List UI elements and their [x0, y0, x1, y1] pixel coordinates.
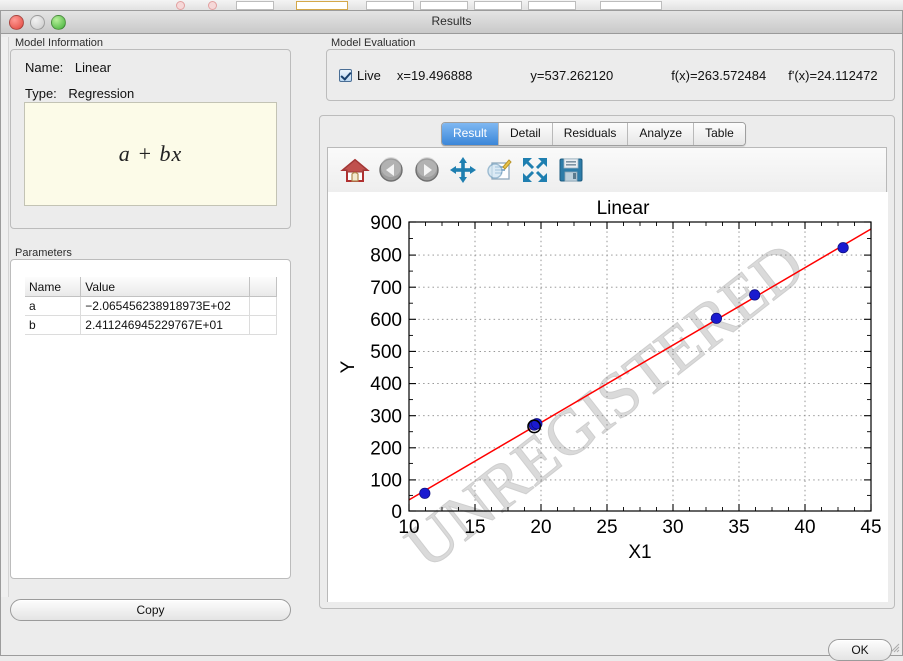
model-name-value: Linear: [75, 60, 111, 75]
model-information-label: Model Information: [15, 37, 103, 49]
tab-table[interactable]: Table: [694, 123, 745, 145]
eval-fx-value: f(x)=263.572484: [671, 68, 766, 83]
model-name-row: Name: Linear: [25, 60, 111, 75]
eval-fprime-value: f'(x)=24.112472: [788, 68, 877, 83]
background-chip: [236, 1, 274, 10]
window-title: Results: [1, 14, 902, 28]
data-point: [750, 290, 760, 300]
background-chip: [420, 1, 468, 10]
x-axis-label: X1: [628, 542, 651, 563]
ok-button[interactable]: OK: [828, 639, 892, 661]
svg-text:600: 600: [370, 310, 402, 331]
zoom-edit-icon[interactable]: [483, 154, 515, 186]
copy-button[interactable]: Copy: [10, 599, 291, 621]
svg-text:40: 40: [794, 517, 815, 538]
svg-text:800: 800: [370, 246, 402, 267]
data-point: [838, 243, 848, 253]
svg-text:25: 25: [596, 517, 617, 538]
live-label: Live: [357, 68, 381, 83]
svg-text:300: 300: [370, 406, 402, 427]
param-name: a: [25, 297, 81, 316]
svg-text:10: 10: [398, 517, 419, 538]
y-axis-label: Y: [338, 360, 359, 373]
param-value: 2.411246945229767E+01: [81, 316, 250, 335]
param-spacer: [250, 297, 277, 316]
svg-text:200: 200: [370, 438, 402, 459]
back-arrow-icon[interactable]: [375, 154, 407, 186]
svg-text:15: 15: [464, 517, 485, 538]
model-formula-text: a + bx: [119, 141, 183, 167]
parameters-table[interactable]: Name Value a −2.065456238918973E+02 b 2.…: [25, 277, 277, 335]
model-formula-box: a + bx: [24, 102, 277, 206]
screen: Results Model Information Name: Linear T…: [0, 0, 903, 656]
model-information-group: Name: Linear Type: Regression a + bx: [10, 49, 291, 229]
data-point: [711, 313, 721, 323]
column-header-spacer[interactable]: [250, 277, 277, 297]
background-chip: [366, 1, 414, 10]
column-header-value[interactable]: Value: [81, 277, 250, 297]
left-scroll-gutter[interactable]: [1, 37, 9, 597]
svg-text:100: 100: [370, 471, 402, 492]
svg-text:30: 30: [662, 517, 683, 538]
evaluation-row: Live x=19.496888 y=537.262120 f(x)=263.5…: [339, 65, 884, 85]
model-evaluation-label: Model Evaluation: [331, 37, 415, 49]
home-icon[interactable]: [339, 154, 371, 186]
param-spacer: [250, 316, 277, 335]
param-value: −2.065456238918973E+02: [81, 297, 250, 316]
chart-title: Linear: [597, 198, 650, 219]
forward-arrow-icon[interactable]: [411, 154, 443, 186]
column-header-name[interactable]: Name: [25, 277, 81, 297]
svg-text:500: 500: [370, 342, 402, 363]
table-header-row: Name Value: [25, 277, 277, 297]
model-type-value: Regression: [68, 86, 134, 101]
live-checkbox[interactable]: [339, 69, 352, 82]
parameters-label: Parameters: [15, 247, 72, 259]
result-tab-content: UNREGISTERED Linear: [327, 147, 887, 602]
model-evaluation-group: Live x=19.496888 y=537.262120 f(x)=263.5…: [326, 49, 895, 101]
data-point: [420, 488, 430, 498]
eval-y-value: y=537.262120: [530, 68, 613, 83]
background-chip: [474, 1, 522, 10]
table-row[interactable]: a −2.065456238918973E+02: [25, 297, 277, 316]
svg-text:45: 45: [860, 517, 881, 538]
param-name: b: [25, 316, 81, 335]
results-window: Results Model Information Name: Linear T…: [0, 10, 903, 656]
background-chip: [296, 1, 348, 10]
plot-toolbar: [328, 148, 886, 193]
tab-detail[interactable]: Detail: [499, 123, 553, 145]
background-icon: [176, 1, 185, 10]
save-icon[interactable]: [555, 154, 587, 186]
tab-result[interactable]: Result: [442, 123, 499, 145]
scatter-plot: UNREGISTERED Linear: [328, 192, 886, 602]
background-chip: [528, 1, 576, 10]
parameters-group: Name Value a −2.065456238918973E+02 b 2.…: [10, 259, 291, 579]
svg-text:700: 700: [370, 278, 402, 299]
eval-x-value: x=19.496888: [397, 68, 473, 83]
tab-bar[interactable]: Result Detail Residuals Analyze Table: [441, 122, 746, 146]
model-name-label: Name:: [25, 60, 63, 75]
window-titlebar[interactable]: Results: [1, 11, 902, 34]
model-type-row: Type: Regression: [25, 86, 134, 101]
tab-analyze[interactable]: Analyze: [628, 123, 694, 145]
background-icon: [208, 1, 217, 10]
model-type-label: Type:: [25, 86, 57, 101]
plot-svg: UNREGISTERED Linear: [328, 192, 888, 602]
fit-icon[interactable]: [519, 154, 551, 186]
background-chip: [600, 1, 662, 10]
svg-text:900: 900: [370, 213, 402, 234]
svg-text:20: 20: [530, 517, 551, 538]
tab-residuals[interactable]: Residuals: [553, 123, 629, 145]
resize-grip-icon[interactable]: [888, 641, 900, 653]
plot-panel-group: Result Detail Residuals Analyze Table: [319, 115, 895, 609]
svg-text:35: 35: [728, 517, 749, 538]
table-row[interactable]: b 2.411246945229767E+01: [25, 316, 277, 335]
svg-text:400: 400: [370, 374, 402, 395]
move-icon[interactable]: [447, 154, 479, 186]
